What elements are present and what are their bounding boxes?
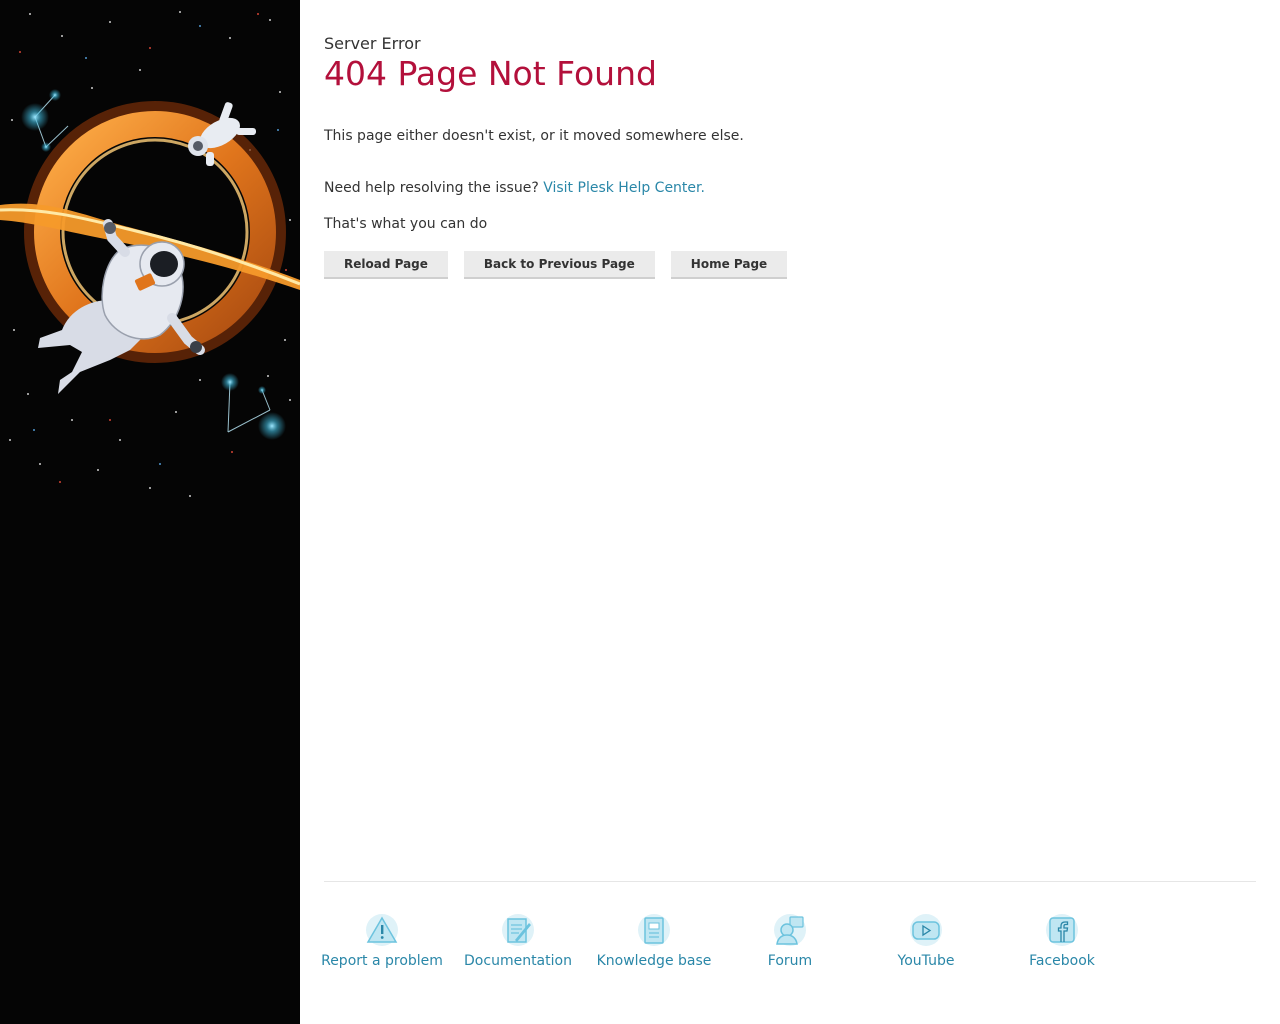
main-content: Server Error 404 Page Not Found This pag… [321,0,1256,1024]
facebook-icon [1046,914,1078,946]
footer-divider [324,881,1256,882]
help-center-link[interactable]: Visit Plesk Help Center. [543,180,705,196]
page: Server Error 404 Page Not Found This pag… [0,0,1280,1024]
help-text: Need help resolving the issue? [324,180,539,196]
help-line: Need help resolving the issue? Visit Ple… [324,180,705,196]
documentation-link[interactable]: Documentation [450,913,586,969]
document-icon [502,914,534,946]
error-description: This page either doesn't exist, or it mo… [324,128,744,144]
back-button[interactable]: Back to Previous Page [463,251,655,279]
footer-link-label: Facebook [1029,953,1095,969]
footer-link-label: Knowledge base [596,953,712,969]
footer-links: Report a problem Documentation Knowledge… [321,913,1130,969]
astronaut-illustration [0,11,300,497]
warning-icon [366,914,398,946]
footer-link-label: Forum [767,953,813,969]
knowledge-base-link[interactable]: Knowledge base [586,913,722,969]
book-icon [638,914,670,946]
home-page-button[interactable]: Home Page [670,251,788,279]
actions-heading: That's what you can do [324,216,488,232]
action-buttons: Reload Page Back to Previous Page Home P… [324,251,788,279]
page-subtitle: Server Error [324,34,421,53]
reload-page-button[interactable]: Reload Page [324,251,448,279]
youtube-link[interactable]: YouTube [858,913,994,969]
footer-link-label: Documentation [464,953,572,969]
youtube-icon [910,914,942,946]
space-illustration [0,0,300,1024]
facebook-link[interactable]: Facebook [994,913,1130,969]
forum-icon [774,914,806,946]
page-title: 404 Page Not Found [324,54,657,93]
forum-link[interactable]: Forum [722,913,858,969]
report-problem-link[interactable]: Report a problem [321,913,443,969]
footer-link-label: YouTube [897,953,955,969]
footer-link-label: Report a problem [321,953,443,969]
